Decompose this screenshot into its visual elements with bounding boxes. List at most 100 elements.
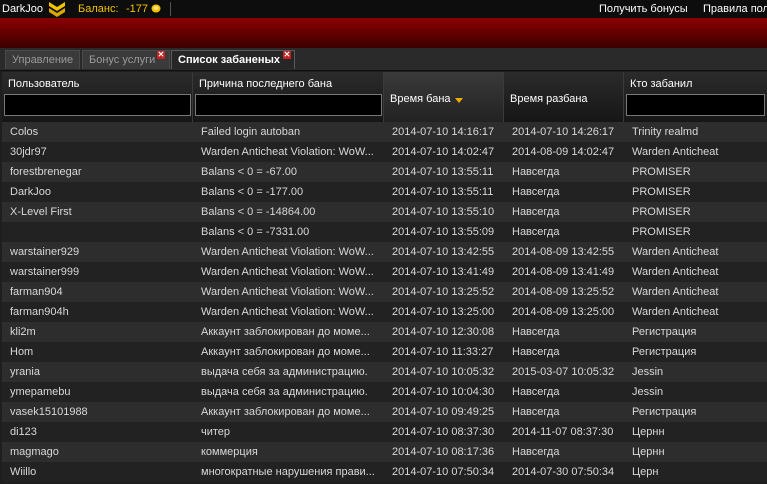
reason-cell: Failed login autoban [201,126,301,138]
banned-by-cell: Warden Anticheat [632,266,719,278]
username[interactable]: DarkJoo [2,3,43,15]
banned-by-cell: Warden Anticheat [632,286,719,298]
table-row[interactable]: di123 читер 2014-07-10 08:37:30 2014-11-07 … [2,422,767,442]
user-cell: kli2m [10,326,36,338]
rules-link[interactable]: Правила пол [703,3,767,15]
ban-time-cell: 2014-07-10 13:55:11 [392,166,494,178]
banned-by-cell: Регистрация [632,406,697,418]
unban-time-cell: Навсегда [512,386,560,398]
table-row[interactable]: warstainer999 Warden Anticheat Violation:… [2,262,767,282]
ban-time-cell: 2014-07-10 08:17:36 [392,446,495,458]
unban-time-cell: 2014-08-09 13:25:00 [512,306,615,318]
reason-cell: Balans < 0 = -67.00 [201,166,298,178]
table-row[interactable]: forestbrenegar Balans < 0 = -67.00 2014-07… [2,162,767,182]
table-row[interactable]: Balans < 0 = -7331.00 2014-07-10 13:55:09… [2,222,767,242]
user-cell: Colos [10,126,39,138]
unban-time-cell: Навсегда [512,166,560,178]
close-icon[interactable]: ✕ [283,51,291,59]
ban-time-cell: 2014-07-10 10:04:30 [392,386,495,398]
banned-by-cell: PROMISER [632,206,691,218]
banned-by-cell: Церн [632,466,659,478]
banned-by-cell: Jessin [632,366,664,378]
table-row[interactable]: X-Level First Balans < 0 = -14864.00 2014-… [2,202,767,222]
table-row[interactable]: 30jdr97 Warden Anticheat Violation: WoW..… [2,142,767,162]
banned-by-cell: Регистрация [632,326,697,338]
ban-time-cell: 2014-07-10 14:02:47 [392,146,495,158]
ban-time-cell: 2014-07-10 14:16:17 [392,126,495,138]
user-filter-input[interactable] [4,94,191,116]
close-icon[interactable]: ✕ [157,51,165,59]
user-cell: farman904h [10,306,69,318]
ban-time-cell: 2014-07-10 08:37:30 [392,426,495,438]
user-cell [10,222,190,242]
reason-filter-input[interactable] [195,94,382,116]
table-row[interactable]: vasek15101988 Аккаунт заблокирован до мом… [2,402,767,422]
ban-time-cell: 2014-07-10 12:30:08 [392,326,495,338]
unban-time-cell: 2014-07-30 07:50:34 [512,466,615,478]
table-row[interactable]: farman904 Warden Anticheat Violation: WoW… [2,282,767,302]
banned-by-cell: Warden Anticheat [632,146,719,158]
column-header-reason[interactable]: Причина последнего бана [193,72,384,122]
user-cell: 30jdr97 [10,146,47,158]
table-row[interactable]: Hom Аккаунт заблокирован до моме... 2014-0… [2,342,767,362]
table-row[interactable]: Colos Failed login autoban 2014-07-10 14:1… [2,122,767,142]
column-title: Причина последнего бана [199,78,333,90]
tab-label: Управление [12,54,74,66]
user-cell: ymepamebu [10,386,71,398]
user-cell: magmago [10,446,59,458]
unban-time-cell: Навсегда [512,186,560,198]
reason-cell: Balans < 0 = -177.00 [201,186,304,198]
tab-management[interactable]: Управление [5,50,81,69]
banned-by-cell: Регистрация [632,346,697,358]
ban-time-cell: 2014-07-10 09:49:25 [392,406,495,418]
unban-time-cell: 2014-08-09 13:25:52 [512,286,615,298]
reason-cell: Balans < 0 = -14864.00 [201,206,316,218]
balance-value: -177 [126,3,149,15]
reason-cell: Аккаунт заблокирован до моме... [201,406,370,418]
banned-by-cell: PROMISER [632,226,691,238]
tab-bar: Управление Бонус услуги ✕ Список забанен… [0,48,767,71]
user-cell: warstainer999 [10,266,80,278]
banned-by-cell: Warden Anticheat [632,246,719,258]
grid-header: Пользователь Причина последнего бана Вре… [2,72,767,122]
banned-by-cell: Цернн [632,426,665,438]
sort-desc-icon [455,98,463,103]
ban-time-cell: 2014-07-10 13:55:09 [392,226,495,238]
table-row[interactable]: ymepamebu выдача себя за администрацию. 20… [2,382,767,402]
table-row[interactable]: DarkJoo Balans < 0 = -177.00 2014-07-10 13… [2,182,767,202]
reason-cell: Warden Anticheat Violation: WoW... [201,246,374,258]
table-row[interactable]: kli2m Аккаунт заблокирован до моме... 2014… [2,322,767,342]
table-row[interactable]: Wiillo многократные нарушения прави... 201… [2,462,767,482]
column-header-banned-by[interactable]: Кто забанил [624,72,767,122]
reason-cell: Warden Anticheat Violation: WoW... [201,306,374,318]
user-cell: Hom [10,346,34,358]
user-cell: farman904 [10,286,63,298]
banned-by-cell: Цернн [632,446,665,458]
table-row[interactable]: farman904h Warden Anticheat Violation: Wo… [2,302,767,322]
banned-by-cell: PROMISER [632,166,691,178]
unban-time-cell: 2014-08-09 13:42:55 [512,246,615,258]
reason-cell: выдача себя за администрацию. [201,386,368,398]
rank-chevron-icon [48,1,66,17]
column-header-user[interactable]: Пользователь [2,72,193,122]
table-row[interactable]: magmago коммерция 2014-07-10 08:17:36 Навсе… [2,442,767,462]
tab-banned-list[interactable]: Список забаненых [171,50,296,69]
table-row[interactable]: warstainer929 Warden Anticheat Violation:… [2,242,767,262]
table-row[interactable]: yrania выдача себя за администрацию. 2014-… [2,362,767,382]
column-header-unban-time[interactable]: Время разбана [504,72,624,122]
column-header-ban-time[interactable]: Время бана [384,72,504,122]
unban-time-cell: 2014-07-10 14:26:17 [512,126,615,138]
reason-cell: Warden Anticheat Violation: WoW... [201,286,374,298]
ban-time-cell: 2014-07-10 11:33:27 [392,346,494,358]
user-cell: X-Level First [10,206,72,218]
user-cell: di123 [10,426,37,438]
reason-cell: Аккаунт заблокирован до моме... [201,326,370,338]
get-bonus-link[interactable]: Получить бонусы [599,3,688,15]
reason-cell: Warden Anticheat Violation: WoW... [201,266,374,278]
ban-time-cell: 2014-07-10 13:55:11 [392,186,494,198]
banned-by-filter-input[interactable] [626,94,765,116]
tab-label: Бонус услуги [89,54,156,66]
reason-cell: Balans < 0 = -7331.00 [201,226,310,238]
ban-time-cell: 2014-07-10 10:05:32 [392,366,495,378]
unban-time-cell: Навсегда [512,446,560,458]
